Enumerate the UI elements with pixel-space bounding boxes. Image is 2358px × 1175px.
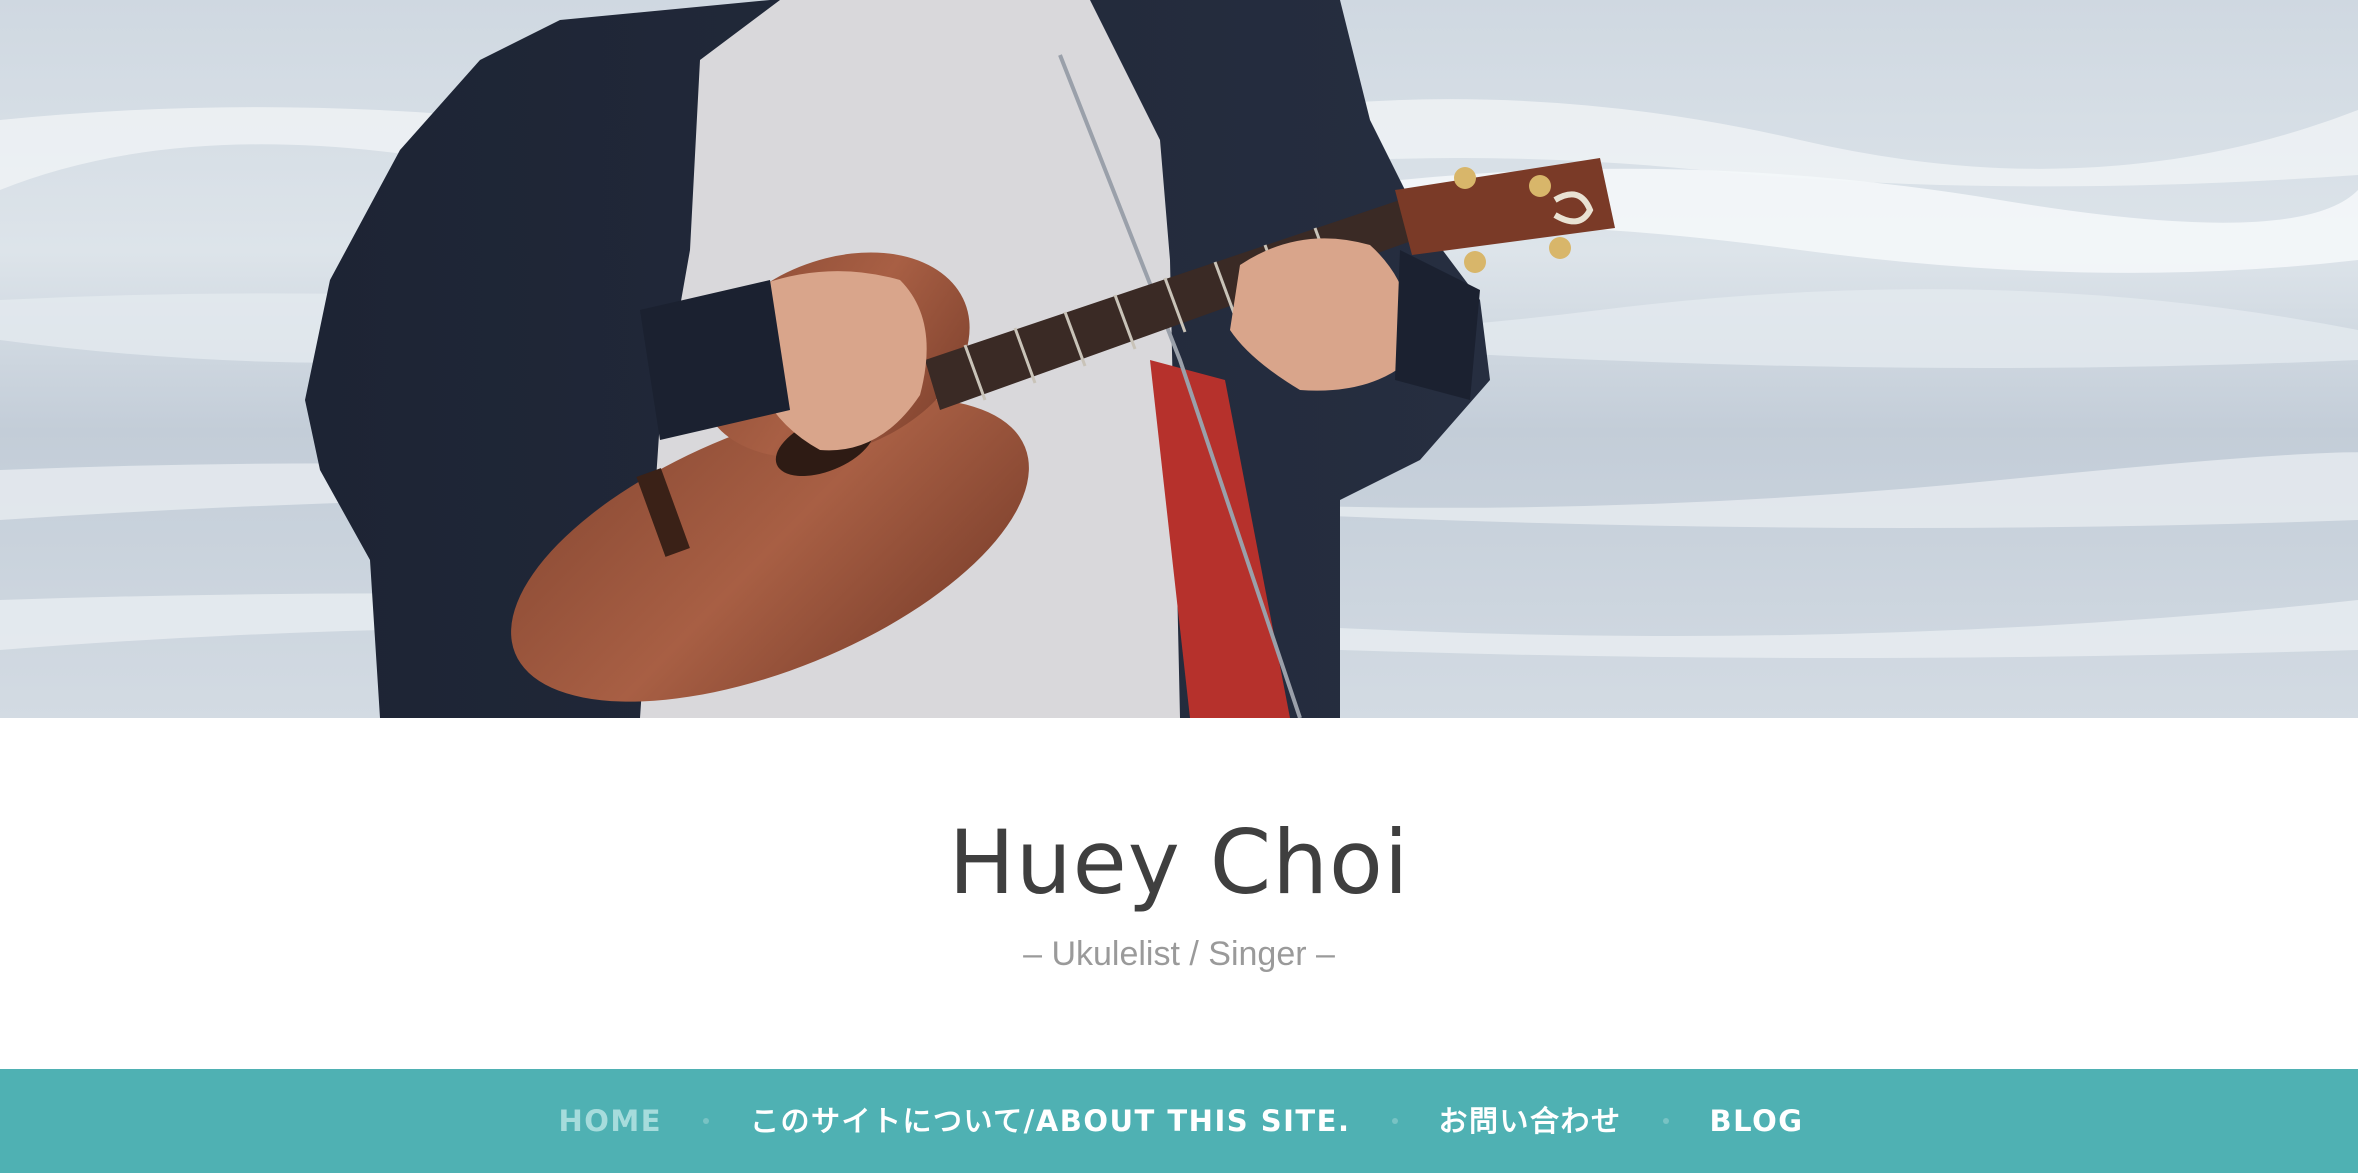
hero-image: [0, 0, 2358, 718]
page: Huey Choi – Ukulelist / Singer – HOME この…: [0, 0, 2358, 1175]
nav-separator: [703, 1118, 710, 1124]
site-title[interactable]: Huey Choi: [0, 808, 2358, 918]
nav-item-about[interactable]: このサイトについて/ABOUT THIS SITE.: [750, 1101, 1350, 1141]
main-navigation: HOME このサイトについて/ABOUT THIS SITE. お問い合わせ B…: [0, 1069, 2358, 1173]
nav-separator: [1391, 1118, 1398, 1124]
site-tagline: – Ukulelist / Singer –: [1023, 935, 1335, 973]
nav-item-home[interactable]: HOME: [558, 1101, 662, 1141]
nav-item-blog[interactable]: BLOG: [1710, 1101, 1804, 1141]
hero-illustration: [0, 0, 2358, 718]
site-header: Huey Choi – Ukulelist / Singer –: [0, 718, 2358, 1069]
nav-list: HOME このサイトについて/ABOUT THIS SITE. お問い合わせ B…: [554, 1101, 1803, 1141]
nav-separator: [1662, 1118, 1669, 1124]
nav-item-contact[interactable]: お問い合わせ: [1439, 1101, 1622, 1141]
